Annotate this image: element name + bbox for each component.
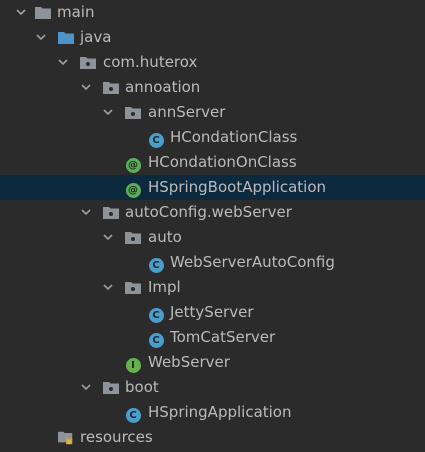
tree-node-hspringapplication[interactable]: C HSpringApplication (0, 400, 425, 425)
chevron-down-icon[interactable] (78, 75, 94, 100)
resources-folder-icon (58, 425, 74, 450)
tree-node-label: com.huterox (103, 53, 198, 71)
tree-node-label: auto (148, 228, 182, 246)
tree-node-annoation[interactable]: annoation (0, 75, 425, 100)
tree-node-jettyserver[interactable]: C JettyServer (0, 300, 425, 325)
folder-icon (35, 0, 51, 25)
tree-node-auto[interactable]: auto (0, 225, 425, 250)
tree-node-hspringbootapplication[interactable]: @ HSpringBootApplication (0, 175, 425, 200)
tree-node-webserverautoconfig[interactable]: C WebServerAutoConfig (0, 250, 425, 275)
tree-node-label: boot (125, 378, 159, 396)
chevron-down-icon[interactable] (100, 100, 116, 125)
chevron-down-icon[interactable] (55, 50, 71, 75)
tree-node-label: HSpringBootApplication (148, 178, 327, 196)
class-icon: C (125, 400, 141, 425)
class-icon: C (148, 325, 164, 350)
tree-node-resources[interactable]: resources (0, 425, 425, 450)
tree-node-label: JettyServer (170, 303, 254, 321)
chevron-down-icon[interactable] (78, 200, 94, 225)
tree-node-label: autoConfig.webServer (125, 203, 292, 221)
class-icon: C (148, 125, 164, 150)
class-icon: C (148, 250, 164, 275)
tree-node-label: java (80, 28, 112, 46)
tree-node-hcondationclass[interactable]: C HCondationClass (0, 125, 425, 150)
tree-node-annserver[interactable]: annServer (0, 100, 425, 125)
package-icon (103, 200, 119, 225)
class-badge: C (148, 257, 164, 273)
tree-node-label: annServer (148, 103, 226, 121)
tree-node-label: WebServer (148, 353, 230, 371)
annotation-badge: @ (125, 157, 141, 173)
tree-node-label: resources (80, 428, 153, 446)
chevron-down-icon[interactable] (100, 225, 116, 250)
chevron-down-icon[interactable] (33, 25, 49, 50)
tree-node-label: HCondationClass (170, 128, 298, 146)
class-icon: C (148, 300, 164, 325)
class-badge: C (148, 132, 164, 148)
package-icon (103, 75, 119, 100)
tree-node-webserver[interactable]: I WebServer (0, 350, 425, 375)
project-tree: main java com.huterox annoation annServe… (0, 0, 425, 452)
package-icon (125, 225, 141, 250)
tree-node-boot[interactable]: boot (0, 375, 425, 400)
annotation-badge: @ (125, 182, 141, 198)
package-icon (80, 50, 96, 75)
package-icon (125, 100, 141, 125)
tree-node-tomcatserver[interactable]: C TomCatServer (0, 325, 425, 350)
tree-node-autoconfig-webserver[interactable]: autoConfig.webServer (0, 200, 425, 225)
interface-badge: I (125, 357, 141, 373)
tree-node-com-huterox[interactable]: com.huterox (0, 50, 425, 75)
tree-node-java[interactable]: java (0, 25, 425, 50)
tree-node-label: Impl (148, 278, 181, 296)
chevron-down-icon[interactable] (100, 275, 116, 300)
tree-node-label: HCondationOnClass (148, 153, 297, 171)
class-badge: C (125, 407, 141, 423)
package-icon (103, 375, 119, 400)
tree-node-impl[interactable]: Impl (0, 275, 425, 300)
class-badge: C (148, 332, 164, 348)
annotation-icon: @ (125, 175, 141, 200)
tree-node-main[interactable]: main (0, 0, 425, 25)
tree-node-label: annoation (125, 78, 201, 96)
source-folder-icon (58, 25, 74, 50)
tree-node-label: HSpringApplication (148, 403, 292, 421)
chevron-down-icon[interactable] (78, 375, 94, 400)
interface-icon: I (125, 350, 141, 375)
tree-node-label: main (57, 3, 95, 21)
tree-node-hcondationonclass[interactable]: @ HCondationOnClass (0, 150, 425, 175)
class-badge: C (148, 307, 164, 323)
annotation-icon: @ (125, 150, 141, 175)
package-icon (125, 275, 141, 300)
chevron-down-icon[interactable] (13, 0, 29, 25)
tree-node-label: WebServerAutoConfig (170, 253, 335, 271)
tree-node-label: TomCatServer (170, 328, 276, 346)
